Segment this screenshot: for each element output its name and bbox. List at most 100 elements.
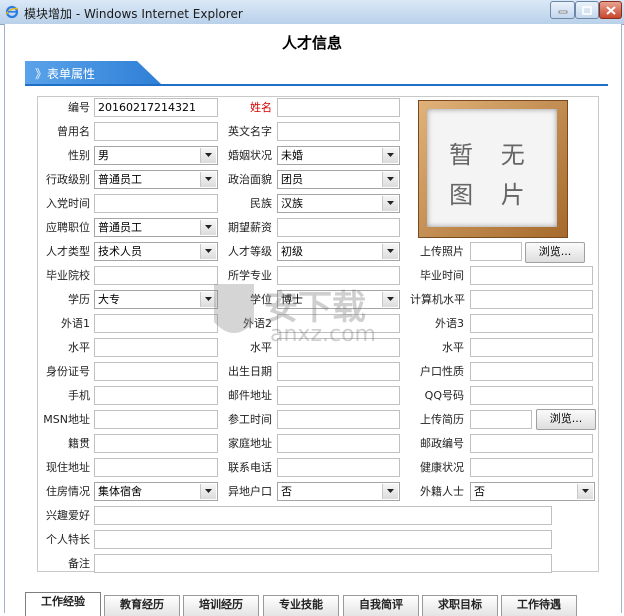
maximize-button[interactable] [575,1,599,19]
label-grad-date: 毕业时间 [420,269,464,282]
label-degree: 学位 [250,293,272,306]
label-qq: QQ号码 [424,389,464,402]
field-msn[interactable] [94,410,218,429]
label-birth-date: 出生日期 [228,365,272,378]
chevron-down-icon[interactable] [382,484,398,499]
field-upload-resume[interactable] [470,410,532,429]
field-grad-date[interactable] [470,266,593,285]
select-education-value: 大专 [98,293,120,306]
field-health[interactable] [470,458,593,477]
label-hukou-type: 户口性质 [420,365,464,378]
section-tab[interactable]: 》表单属性 [25,61,161,84]
field-computer-level[interactable] [470,290,593,309]
chevron-down-icon[interactable] [200,484,216,499]
select-education[interactable]: 大专 [94,290,218,309]
label-specialty: 个人特长 [46,533,90,546]
select-housing-value: 集体宿舍 [98,485,142,498]
field-former-name[interactable] [94,122,218,141]
label-lang3: 外语3 [435,317,464,330]
chevron-down-icon[interactable] [200,220,216,235]
field-hukou-type[interactable] [470,362,593,381]
select-talent-type[interactable]: 技术人员 [94,242,218,261]
label-postcode: 邮政编号 [420,437,464,450]
label-hobbies: 兴趣爱好 [46,509,90,522]
field-id-card[interactable] [94,362,218,381]
field-english-name[interactable] [277,122,400,141]
field-upload-photo[interactable] [470,242,522,261]
chevron-down-icon[interactable] [200,148,216,163]
field-remarks[interactable] [94,554,552,573]
close-button[interactable] [599,1,622,19]
select-applied-post[interactable]: 普通员工 [94,218,218,237]
label-home-address: 家庭地址 [228,437,272,450]
label-computer-level: 计算机水平 [410,293,465,306]
minimize-button[interactable] [550,1,575,19]
field-work-start[interactable] [277,410,400,429]
field-level1[interactable] [94,338,218,357]
maximize-icon [582,6,592,15]
chevron-down-icon[interactable] [200,292,216,307]
label-foreigner: 外籍人士 [420,485,464,498]
select-political[interactable]: 团员 [277,170,400,189]
browse-photo-button[interactable]: 浏览... [525,242,585,263]
chevron-down-icon[interactable] [200,244,216,259]
label-mobile: 手机 [68,389,90,402]
label-party-date: 入党时间 [46,197,90,210]
field-party-date[interactable] [94,194,218,213]
select-nonlocal-hukou[interactable]: 否 [277,482,400,501]
select-talent-level[interactable]: 初级 [277,242,400,261]
select-gender[interactable]: 男 [94,146,218,165]
field-home-address[interactable] [277,434,400,453]
field-phone[interactable] [277,458,400,477]
select-housing[interactable]: 集体宿舍 [94,482,218,501]
label-former-name: 曾用名 [57,125,90,138]
chevron-down-icon[interactable] [382,148,398,163]
select-talent-type-value: 技术人员 [98,245,142,258]
chevron-down-icon[interactable] [382,244,398,259]
label-talent-level: 人才等级 [228,245,272,258]
select-degree[interactable]: 博士 [277,290,400,309]
chevron-down-icon[interactable] [577,484,593,499]
field-id[interactable]: 20160217214321 [94,98,218,117]
label-major: 所学专业 [228,269,272,282]
field-name[interactable] [277,98,400,117]
field-school[interactable] [94,266,218,285]
select-admin-level[interactable]: 普通员工 [94,170,218,189]
label-lang2: 外语2 [243,317,272,330]
field-specialty[interactable] [94,530,552,549]
field-postcode[interactable] [470,434,593,453]
field-birth-date[interactable] [277,362,400,381]
field-lang2[interactable] [277,314,400,333]
chevron-down-icon[interactable] [382,172,398,187]
select-marital[interactable]: 未婚 [277,146,400,165]
browse-resume-button[interactable]: 浏览... [536,409,596,430]
field-level3[interactable] [470,338,593,357]
field-qq[interactable] [470,386,593,405]
field-mobile[interactable] [94,386,218,405]
label-english-name: 英文名字 [228,125,272,138]
select-marital-value: 未婚 [281,149,303,162]
label-name: 姓名 [250,101,272,114]
field-lang1[interactable] [94,314,218,333]
label-native-place: 籍贯 [68,437,90,450]
label-lang1: 外语1 [61,317,90,330]
field-lang3[interactable] [470,314,593,333]
field-email[interactable] [277,386,400,405]
label-nonlocal-hukou: 异地户口 [228,485,272,498]
field-level2[interactable] [277,338,400,357]
field-expected-salary[interactable] [277,218,400,237]
chevron-down-icon[interactable] [382,196,398,211]
ie-icon [5,5,19,19]
field-native-place[interactable] [94,434,218,453]
label-level1: 水平 [68,341,90,354]
select-ethnic-value: 汉族 [281,197,303,210]
window-titlebar: 模块增加 - Windows Internet Explorer [0,0,624,25]
field-current-address[interactable] [94,458,218,477]
chevron-down-icon[interactable] [382,292,398,307]
select-foreigner[interactable]: 否 [470,482,595,501]
field-major[interactable] [277,266,400,285]
select-ethnic[interactable]: 汉族 [277,194,400,213]
field-hobbies[interactable] [94,506,552,525]
chevron-down-icon[interactable] [200,172,216,187]
tab-work-experience[interactable]: 工作经验 [25,592,101,616]
